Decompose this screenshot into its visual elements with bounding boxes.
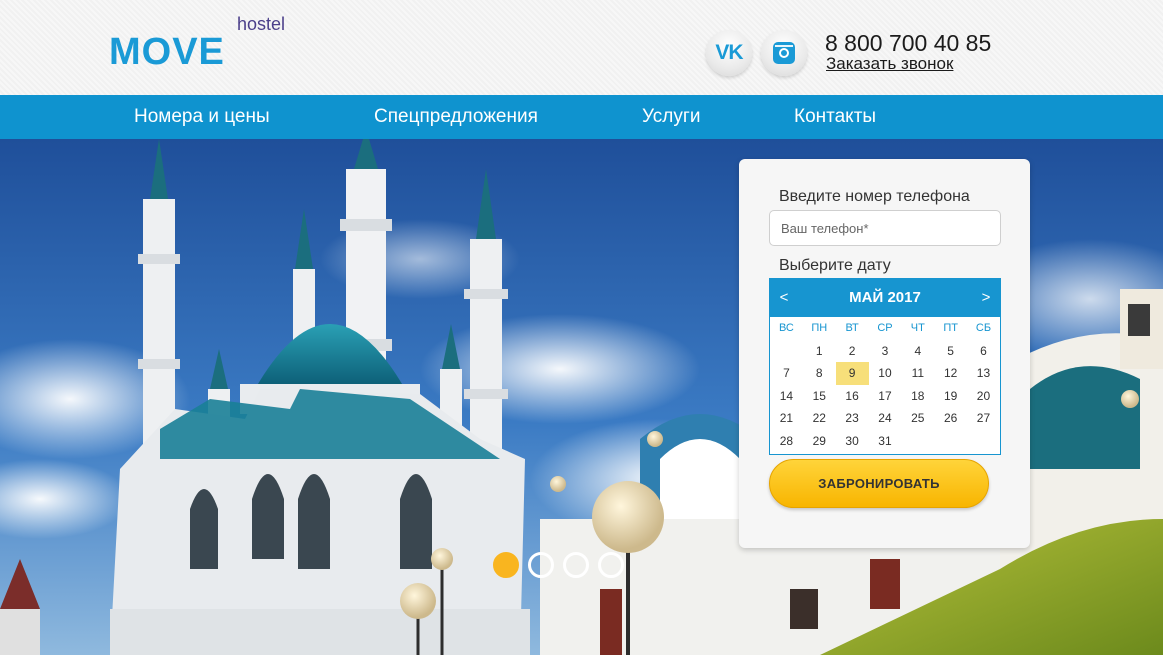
callback-link[interactable]: Заказать звонок xyxy=(826,54,953,74)
calendar-day[interactable]: 10 xyxy=(869,362,902,385)
calendar-weekday: ЧТ xyxy=(910,322,925,334)
vk-link[interactable]: VK xyxy=(706,30,752,76)
calendar-empty-cell xyxy=(934,430,967,453)
calendar-day[interactable]: 31 xyxy=(869,430,902,453)
calendar-weekday: ВТ xyxy=(845,322,859,334)
booking-panel: Введите номер телефона Выберите дату < М… xyxy=(739,159,1030,548)
slider-dot-3[interactable] xyxy=(563,552,589,578)
main-nav: Номера и цены Спецпредложения Услуги Кон… xyxy=(0,95,1163,139)
vk-icon: VK xyxy=(715,41,743,64)
calendar-day[interactable]: 25 xyxy=(901,407,934,430)
site-header: MOVE hostel VK 8 800 700 40 85 Заказать … xyxy=(0,0,1163,95)
calendar-day[interactable]: 16 xyxy=(836,385,869,408)
date-calendar: < МАЙ 2017 > ВС ПН ВТ СР ЧТ ПТ СБ 1 2 3 4 5 6 7 8 9 10 11… xyxy=(769,278,1001,455)
calendar-day[interactable]: 22 xyxy=(803,407,836,430)
calendar-day[interactable]: 17 xyxy=(869,385,902,408)
calendar-day[interactable]: 20 xyxy=(967,385,1000,408)
calendar-day[interactable]: 11 xyxy=(901,362,934,385)
instagram-link[interactable] xyxy=(761,30,807,76)
nav-item-rooms[interactable]: Номера и цены xyxy=(134,95,270,139)
calendar-week-row: 28 29 30 31 xyxy=(770,430,1000,453)
calendar-day[interactable]: 21 xyxy=(770,407,803,430)
calendar-week-row: 21 22 23 24 25 26 27 xyxy=(770,407,1000,430)
calendar-day[interactable]: 26 xyxy=(934,407,967,430)
calendar-day[interactable]: 19 xyxy=(934,385,967,408)
calendar-weekday: ПТ xyxy=(943,322,958,334)
nav-item-contacts[interactable]: Контакты xyxy=(794,95,876,139)
calendar-day[interactable]: 3 xyxy=(869,340,902,363)
calendar-day[interactable]: 12 xyxy=(934,362,967,385)
logo[interactable]: MOVE hostel xyxy=(109,14,285,74)
logo-subtitle: hostel xyxy=(237,14,286,34)
calendar-day[interactable]: 14 xyxy=(770,385,803,408)
calendar-day[interactable]: 24 xyxy=(869,407,902,430)
calendar-week-row: 14 15 16 17 18 19 20 xyxy=(770,385,1000,408)
phone-input[interactable] xyxy=(769,210,1001,246)
calendar-header: < МАЙ 2017 > xyxy=(770,279,1000,317)
calendar-day[interactable]: 4 xyxy=(901,340,934,363)
calendar-day[interactable]: 18 xyxy=(901,385,934,408)
calendar-day[interactable]: 27 xyxy=(967,407,1000,430)
calendar-empty-cell xyxy=(770,340,803,363)
phone-number[interactable]: 8 800 700 40 85 xyxy=(825,30,991,56)
date-label: Выберите дату xyxy=(779,257,891,274)
calendar-grid: ВС ПН ВТ СР ЧТ ПТ СБ 1 2 3 4 5 6 7 8 9 10 11 12 13 14 15 16 17 1… xyxy=(770,317,1000,453)
logo-wordmark: MOVE xyxy=(109,31,225,73)
calendar-day[interactable]: 2 xyxy=(836,340,869,363)
calendar-day[interactable]: 9 xyxy=(835,362,869,385)
calendar-prev-button[interactable]: < xyxy=(772,279,796,317)
calendar-empty-cell xyxy=(901,430,934,453)
calendar-day[interactable]: 29 xyxy=(803,430,836,453)
calendar-day[interactable]: 6 xyxy=(967,340,1000,363)
slider-dot-2[interactable] xyxy=(528,552,554,578)
calendar-week-row: 123456 xyxy=(770,340,1000,363)
calendar-day[interactable]: 7 xyxy=(770,362,803,385)
calendar-empty-cell xyxy=(967,430,1000,453)
calendar-day[interactable]: 5 xyxy=(934,340,967,363)
book-button[interactable]: ЗАБРОНИРОВАТЬ xyxy=(769,459,989,508)
calendar-month-title: МАЙ 2017 xyxy=(849,289,921,306)
calendar-day[interactable]: 30 xyxy=(836,430,869,453)
calendar-weekday: СР xyxy=(877,322,893,334)
calendar-week-row: 7 8 9 10 11 12 13 xyxy=(770,362,1000,385)
nav-item-services[interactable]: Услуги xyxy=(642,95,700,139)
calendar-weekday: СБ xyxy=(975,322,992,334)
calendar-day[interactable]: 23 xyxy=(836,407,869,430)
calendar-day[interactable]: 8 xyxy=(803,362,836,385)
calendar-weekday: ВС xyxy=(778,322,794,334)
calendar-day[interactable]: 28 xyxy=(770,430,803,453)
phone-label: Введите номер телефона xyxy=(779,188,970,205)
calendar-day[interactable]: 1 xyxy=(803,340,836,363)
slider-dot-1[interactable] xyxy=(493,552,519,578)
calendar-day[interactable]: 13 xyxy=(967,362,1000,385)
instagram-icon xyxy=(773,42,795,64)
nav-item-offers[interactable]: Спецпредложения xyxy=(374,95,538,139)
calendar-weekdays-row: ВС ПН ВТ СР ЧТ ПТ СБ xyxy=(770,317,1000,340)
slider-dot-4[interactable] xyxy=(598,552,624,578)
calendar-weekday: ПН xyxy=(811,322,828,334)
calendar-day[interactable]: 15 xyxy=(803,385,836,408)
calendar-next-button[interactable]: > xyxy=(974,279,998,317)
